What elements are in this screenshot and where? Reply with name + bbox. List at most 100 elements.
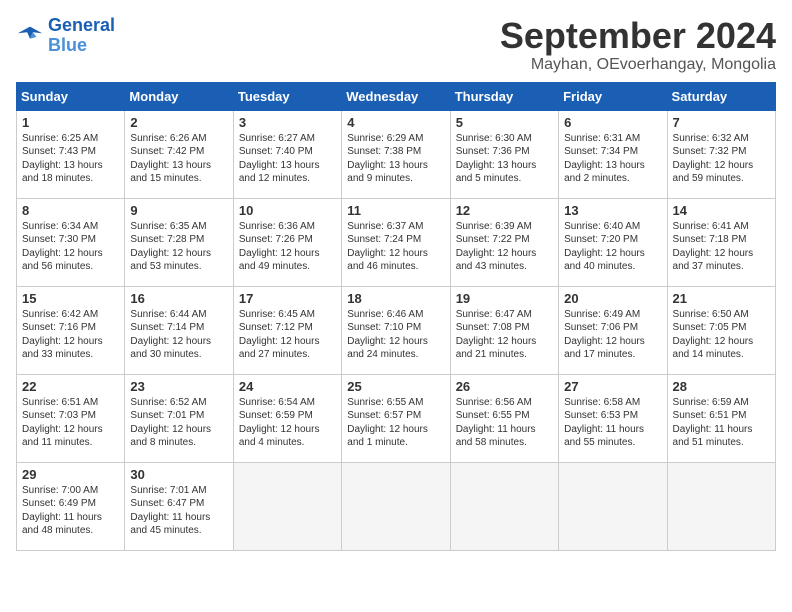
day-info: Sunrise: 6:41 AM Sunset: 7:18 PM Dayligh… [673,220,770,274]
day-info: Sunrise: 6:59 AM Sunset: 6:51 PM Dayligh… [673,396,770,450]
calendar-cell: 21 Sunrise: 6:50 AM Sunset: 7:05 PM Dayl… [667,286,775,374]
day-info: Sunrise: 6:51 AM Sunset: 7:03 PM Dayligh… [22,396,119,450]
day-info: Sunrise: 6:29 AM Sunset: 7:38 PM Dayligh… [347,132,444,186]
day-number: 11 [347,203,444,218]
calendar-cell: 20 Sunrise: 6:49 AM Sunset: 7:06 PM Dayl… [559,286,667,374]
day-info: Sunrise: 6:32 AM Sunset: 7:32 PM Dayligh… [673,132,770,186]
calendar-cell: 14 Sunrise: 6:41 AM Sunset: 7:18 PM Dayl… [667,198,775,286]
day-number: 22 [22,379,119,394]
weekday-header-sunday: Sunday [17,82,125,110]
day-number: 10 [239,203,336,218]
day-info: Sunrise: 6:31 AM Sunset: 7:34 PM Dayligh… [564,132,661,186]
day-info: Sunrise: 6:40 AM Sunset: 7:20 PM Dayligh… [564,220,661,274]
calendar-cell [233,462,341,550]
weekday-header-tuesday: Tuesday [233,82,341,110]
logo-text: General Blue [48,16,115,56]
calendar-cell: 15 Sunrise: 6:42 AM Sunset: 7:16 PM Dayl… [17,286,125,374]
calendar-cell [450,462,558,550]
day-info: Sunrise: 6:42 AM Sunset: 7:16 PM Dayligh… [22,308,119,362]
day-info: Sunrise: 6:58 AM Sunset: 6:53 PM Dayligh… [564,396,661,450]
day-info: Sunrise: 7:01 AM Sunset: 6:47 PM Dayligh… [130,484,227,538]
day-number: 5 [456,115,553,130]
day-info: Sunrise: 6:52 AM Sunset: 7:01 PM Dayligh… [130,396,227,450]
day-number: 9 [130,203,227,218]
weekday-header-monday: Monday [125,82,233,110]
calendar-cell: 8 Sunrise: 6:34 AM Sunset: 7:30 PM Dayli… [17,198,125,286]
day-number: 26 [456,379,553,394]
day-number: 12 [456,203,553,218]
calendar-cell: 27 Sunrise: 6:58 AM Sunset: 6:53 PM Dayl… [559,374,667,462]
calendar-cell: 23 Sunrise: 6:52 AM Sunset: 7:01 PM Dayl… [125,374,233,462]
day-info: Sunrise: 6:45 AM Sunset: 7:12 PM Dayligh… [239,308,336,362]
calendar-table: SundayMondayTuesdayWednesdayThursdayFrid… [16,82,776,551]
weekday-header-wednesday: Wednesday [342,82,450,110]
calendar-cell: 24 Sunrise: 6:54 AM Sunset: 6:59 PM Dayl… [233,374,341,462]
day-info: Sunrise: 6:25 AM Sunset: 7:43 PM Dayligh… [22,132,119,186]
day-number: 19 [456,291,553,306]
day-number: 7 [673,115,770,130]
weekday-header-thursday: Thursday [450,82,558,110]
calendar-cell: 11 Sunrise: 6:37 AM Sunset: 7:24 PM Dayl… [342,198,450,286]
calendar-cell [342,462,450,550]
day-number: 13 [564,203,661,218]
day-info: Sunrise: 6:27 AM Sunset: 7:40 PM Dayligh… [239,132,336,186]
calendar-cell: 18 Sunrise: 6:46 AM Sunset: 7:10 PM Dayl… [342,286,450,374]
calendar-cell: 9 Sunrise: 6:35 AM Sunset: 7:28 PM Dayli… [125,198,233,286]
day-info: Sunrise: 6:46 AM Sunset: 7:10 PM Dayligh… [347,308,444,362]
day-number: 28 [673,379,770,394]
day-number: 17 [239,291,336,306]
calendar-cell: 19 Sunrise: 6:47 AM Sunset: 7:08 PM Dayl… [450,286,558,374]
page-header: General Blue September 2024 Mayhan, OEvo… [16,16,776,74]
day-info: Sunrise: 6:36 AM Sunset: 7:26 PM Dayligh… [239,220,336,274]
day-number: 1 [22,115,119,130]
day-info: Sunrise: 6:35 AM Sunset: 7:28 PM Dayligh… [130,220,227,274]
calendar-cell: 28 Sunrise: 6:59 AM Sunset: 6:51 PM Dayl… [667,374,775,462]
calendar-week-2: 8 Sunrise: 6:34 AM Sunset: 7:30 PM Dayli… [17,198,776,286]
calendar-week-3: 15 Sunrise: 6:42 AM Sunset: 7:16 PM Dayl… [17,286,776,374]
calendar-cell: 2 Sunrise: 6:26 AM Sunset: 7:42 PM Dayli… [125,110,233,198]
calendar-cell [559,462,667,550]
day-number: 16 [130,291,227,306]
day-number: 15 [22,291,119,306]
day-info: Sunrise: 6:37 AM Sunset: 7:24 PM Dayligh… [347,220,444,274]
day-info: Sunrise: 6:56 AM Sunset: 6:55 PM Dayligh… [456,396,553,450]
day-number: 24 [239,379,336,394]
day-info: Sunrise: 6:47 AM Sunset: 7:08 PM Dayligh… [456,308,553,362]
calendar-cell: 5 Sunrise: 6:30 AM Sunset: 7:36 PM Dayli… [450,110,558,198]
calendar-cell: 13 Sunrise: 6:40 AM Sunset: 7:20 PM Dayl… [559,198,667,286]
day-info: Sunrise: 6:54 AM Sunset: 6:59 PM Dayligh… [239,396,336,450]
logo-icon [16,22,44,50]
day-number: 8 [22,203,119,218]
calendar-cell: 1 Sunrise: 6:25 AM Sunset: 7:43 PM Dayli… [17,110,125,198]
day-number: 3 [239,115,336,130]
location-subtitle: Mayhan, OEvoerhangay, Mongolia [500,56,776,74]
day-number: 21 [673,291,770,306]
day-info: Sunrise: 6:50 AM Sunset: 7:05 PM Dayligh… [673,308,770,362]
day-number: 6 [564,115,661,130]
calendar-cell: 10 Sunrise: 6:36 AM Sunset: 7:26 PM Dayl… [233,198,341,286]
day-number: 25 [347,379,444,394]
calendar-cell: 6 Sunrise: 6:31 AM Sunset: 7:34 PM Dayli… [559,110,667,198]
day-number: 4 [347,115,444,130]
day-number: 14 [673,203,770,218]
calendar-cell [667,462,775,550]
calendar-cell: 16 Sunrise: 6:44 AM Sunset: 7:14 PM Dayl… [125,286,233,374]
calendar-cell: 22 Sunrise: 6:51 AM Sunset: 7:03 PM Dayl… [17,374,125,462]
title-block: September 2024 Mayhan, OEvoerhangay, Mon… [500,16,776,74]
calendar-cell: 17 Sunrise: 6:45 AM Sunset: 7:12 PM Dayl… [233,286,341,374]
calendar-cell: 26 Sunrise: 6:56 AM Sunset: 6:55 PM Dayl… [450,374,558,462]
calendar-cell: 3 Sunrise: 6:27 AM Sunset: 7:40 PM Dayli… [233,110,341,198]
day-info: Sunrise: 6:55 AM Sunset: 6:57 PM Dayligh… [347,396,444,450]
day-number: 30 [130,467,227,482]
calendar-week-1: 1 Sunrise: 6:25 AM Sunset: 7:43 PM Dayli… [17,110,776,198]
day-info: Sunrise: 6:34 AM Sunset: 7:30 PM Dayligh… [22,220,119,274]
weekday-header-friday: Friday [559,82,667,110]
day-info: Sunrise: 6:39 AM Sunset: 7:22 PM Dayligh… [456,220,553,274]
day-number: 18 [347,291,444,306]
day-info: Sunrise: 6:49 AM Sunset: 7:06 PM Dayligh… [564,308,661,362]
calendar-cell: 29 Sunrise: 7:00 AM Sunset: 6:49 PM Dayl… [17,462,125,550]
calendar-week-4: 22 Sunrise: 6:51 AM Sunset: 7:03 PM Dayl… [17,374,776,462]
calendar-cell: 12 Sunrise: 6:39 AM Sunset: 7:22 PM Dayl… [450,198,558,286]
day-info: Sunrise: 6:26 AM Sunset: 7:42 PM Dayligh… [130,132,227,186]
day-number: 27 [564,379,661,394]
